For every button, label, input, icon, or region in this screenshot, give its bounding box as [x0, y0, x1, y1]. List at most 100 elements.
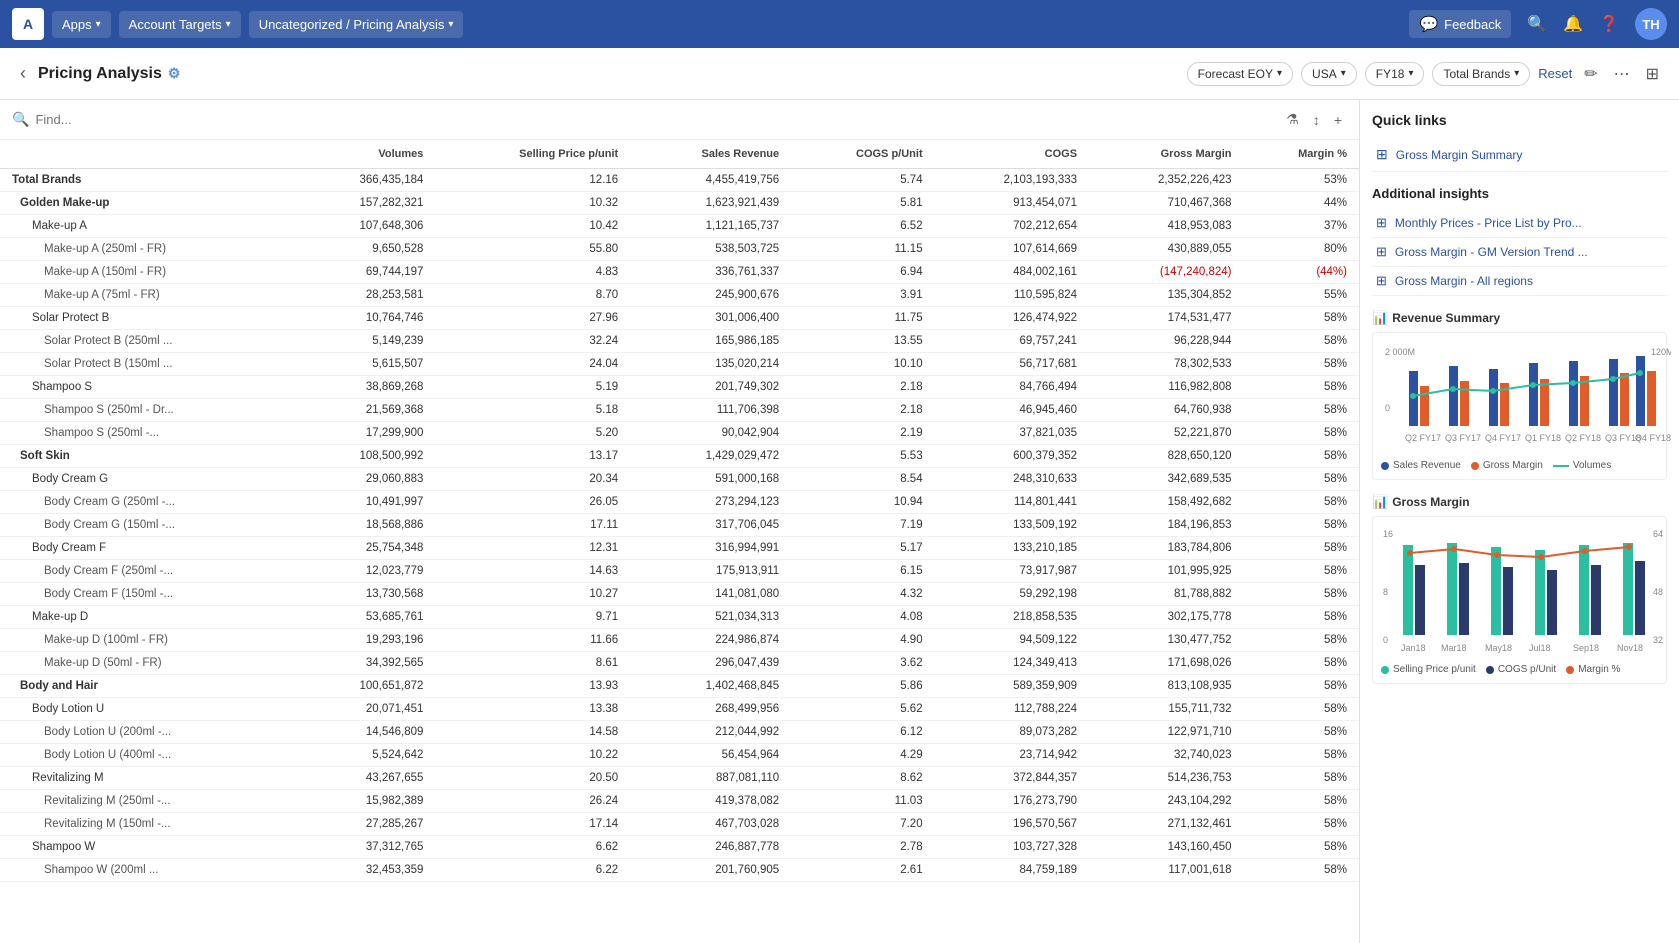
- account-targets-button[interactable]: Account Targets ▾: [119, 11, 241, 38]
- table-row: Make-up A (75ml - FR)28,253,5818.70245,9…: [0, 284, 1359, 307]
- col-header-cogs-punit: COGS p/Unit: [791, 140, 934, 169]
- cell-value: 55.80: [435, 238, 630, 261]
- notifications-button[interactable]: 🔔: [1563, 14, 1583, 34]
- cell-value: 828,650,120: [1089, 445, 1243, 468]
- cell-value: 176,273,790: [935, 790, 1089, 813]
- svg-text:32: 32: [1653, 635, 1663, 645]
- cell-value: 813,108,935: [1089, 675, 1243, 698]
- cell-value: 141,081,080: [630, 583, 791, 606]
- quick-link-gross-margin-summary-label: Gross Margin Summary: [1396, 148, 1523, 162]
- cell-value: 12.16: [435, 169, 630, 192]
- apps-chevron-icon: ▾: [96, 19, 101, 30]
- apps-button[interactable]: Apps ▾: [52, 11, 111, 38]
- table-row: Golden Make-up157,282,32110.321,623,921,…: [0, 192, 1359, 215]
- quick-link-gross-margin-summary[interactable]: ⊞ Gross Margin Summary: [1372, 138, 1667, 172]
- cell-value: 53,685,761: [296, 606, 435, 629]
- svg-text:0: 0: [1385, 403, 1390, 413]
- svg-text:16: 16: [1383, 529, 1393, 539]
- table-row: Make-up A (150ml - FR)69,744,1974.83336,…: [0, 261, 1359, 284]
- additional-insights-title: Additional insights: [1372, 186, 1667, 201]
- cell-value: 521,034,313: [630, 606, 791, 629]
- filter-brands-button[interactable]: Total Brands ▾: [1432, 62, 1530, 86]
- filter-usa-button[interactable]: USA ▾: [1301, 62, 1357, 86]
- layout-toggle-button[interactable]: ⊞: [1642, 60, 1663, 88]
- insight-monthly-prices[interactable]: ⊞ Monthly Prices - Price List by Pro...: [1372, 209, 1667, 238]
- cell-value: 114,801,441: [935, 491, 1089, 514]
- cell-value: 10.10: [791, 353, 934, 376]
- cell-value: 112,788,224: [935, 698, 1089, 721]
- feedback-label: Feedback: [1444, 17, 1501, 32]
- col-header-name: [0, 140, 296, 169]
- toolbar-icons: ⚗ ↕ +: [1281, 108, 1347, 131]
- chart-icon: 📊: [1372, 310, 1388, 326]
- cell-name: Body Lotion U (400ml -...: [0, 744, 296, 767]
- cell-value: 171,698,026: [1089, 652, 1243, 675]
- cell-value: 6.22: [435, 859, 630, 882]
- insight-gm-version-trend[interactable]: ⊞ Gross Margin - GM Version Trend ...: [1372, 238, 1667, 267]
- svg-text:Q2 FY17: Q2 FY17: [1405, 433, 1441, 443]
- filter-fy18-button[interactable]: FY18 ▾: [1365, 62, 1425, 86]
- cell-value: 2.18: [791, 376, 934, 399]
- table-row: Body and Hair100,651,87213.931,402,468,8…: [0, 675, 1359, 698]
- filter-usa-label: USA: [1312, 67, 1337, 81]
- cell-value: 58%: [1244, 675, 1359, 698]
- breadcrumb-button[interactable]: Uncategorized / Pricing Analysis ▾: [249, 11, 464, 38]
- back-button[interactable]: ‹: [16, 59, 30, 88]
- cell-value: 89,073,282: [935, 721, 1089, 744]
- cell-name: Make-up A (150ml - FR): [0, 261, 296, 284]
- cell-value: 103,727,328: [935, 836, 1089, 859]
- cell-name: Make-up A: [0, 215, 296, 238]
- cell-value: 18,568,886: [296, 514, 435, 537]
- cell-value: 135,020,214: [630, 353, 791, 376]
- cell-value: 11.66: [435, 629, 630, 652]
- cell-value: 6.62: [435, 836, 630, 859]
- cell-value: 20.34: [435, 468, 630, 491]
- cell-value: 4,455,419,756: [630, 169, 791, 192]
- add-icon-button[interactable]: +: [1329, 108, 1347, 131]
- cell-value: 143,160,450: [1089, 836, 1243, 859]
- cell-value: 6.12: [791, 721, 934, 744]
- edit-icon-button[interactable]: ✏: [1580, 60, 1601, 88]
- search-input[interactable]: [35, 112, 1275, 127]
- help-button[interactable]: ❓: [1599, 14, 1619, 34]
- cell-value: 19,293,196: [296, 629, 435, 652]
- cell-value: 12,023,779: [296, 560, 435, 583]
- feedback-button[interactable]: 💬 Feedback: [1409, 10, 1511, 38]
- cell-value: 702,212,654: [935, 215, 1089, 238]
- cell-value: 8.70: [435, 284, 630, 307]
- apps-label: Apps: [62, 17, 92, 32]
- cell-value: 316,994,991: [630, 537, 791, 560]
- cell-value: 1,429,029,472: [630, 445, 791, 468]
- cell-value: 246,887,778: [630, 836, 791, 859]
- search-bar: 🔍 ⚗ ↕ +: [0, 100, 1359, 140]
- cell-value: 887,081,110: [630, 767, 791, 790]
- sort-icon-button[interactable]: ↕: [1308, 108, 1325, 131]
- table-row: Shampoo S (250ml - Dr...21,569,3685.1811…: [0, 399, 1359, 422]
- insight-gm-all-regions[interactable]: ⊞ Gross Margin - All regions: [1372, 267, 1667, 296]
- cell-value: 538,503,725: [630, 238, 791, 261]
- cell-value: 78,302,533: [1089, 353, 1243, 376]
- fy18-caret-icon: ▾: [1408, 68, 1413, 79]
- col-header-gross-margin: Gross Margin: [1089, 140, 1243, 169]
- cell-value: 58%: [1244, 376, 1359, 399]
- filter-fy18-label: FY18: [1376, 67, 1405, 81]
- gross-margin-legend: Selling Price p/unit COGS p/Unit Margin …: [1381, 664, 1658, 675]
- revenue-chart-svg: 2 000M 0 120M 0: [1381, 341, 1671, 451]
- filter-icon-button[interactable]: ⚗: [1281, 108, 1304, 131]
- nav-right: 💬 Feedback 🔍 🔔 ❓ TH: [1409, 8, 1667, 40]
- grid-icon-1: ⊞: [1376, 215, 1387, 231]
- search-button[interactable]: 🔍: [1527, 14, 1547, 34]
- cell-value: 58%: [1244, 307, 1359, 330]
- cell-name: Soft Skin: [0, 445, 296, 468]
- cell-value: 58%: [1244, 629, 1359, 652]
- filter-forecast-button[interactable]: Forecast EOY ▾: [1187, 62, 1293, 86]
- table-row: Make-up D (100ml - FR)19,293,19611.66224…: [0, 629, 1359, 652]
- cell-name: Body and Hair: [0, 675, 296, 698]
- settings-icon[interactable]: ⚙: [168, 65, 181, 82]
- cell-value: 17,299,900: [296, 422, 435, 445]
- cell-value: 37,821,035: [935, 422, 1089, 445]
- more-options-button[interactable]: ⋯: [1610, 60, 1634, 88]
- table-row: Solar Protect B (150ml ...5,615,50724.04…: [0, 353, 1359, 376]
- reset-button[interactable]: Reset: [1538, 66, 1572, 81]
- cell-value: 9,650,528: [296, 238, 435, 261]
